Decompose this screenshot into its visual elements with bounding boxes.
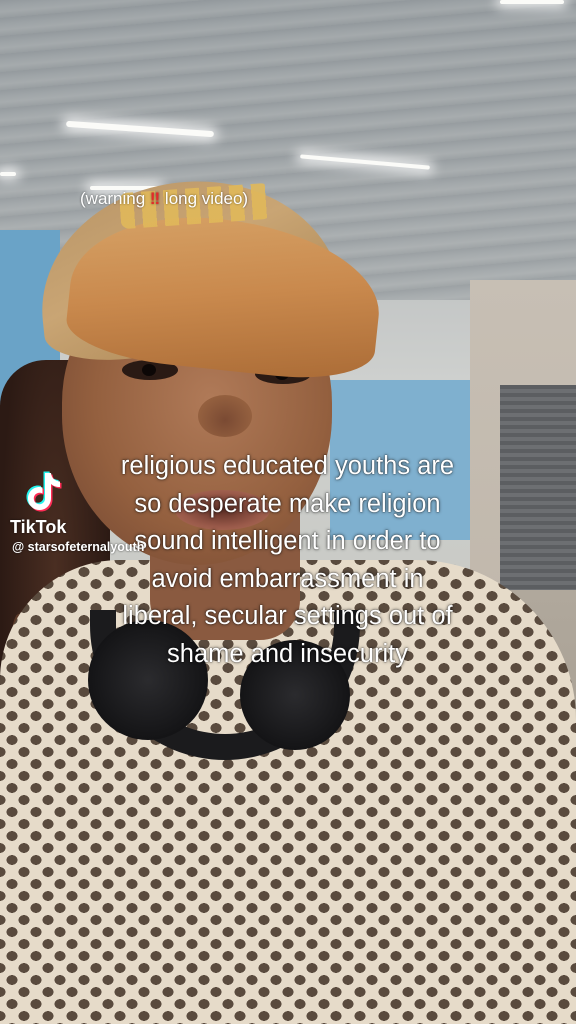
caption-line: liberal, secular settings out of	[122, 602, 453, 631]
caption-line: avoid embarrassment in	[151, 564, 424, 593]
ceiling-light	[500, 0, 564, 4]
warning-text: (warning ‼ long video)	[80, 189, 300, 209]
warning-suffix: long video)	[160, 189, 249, 208]
caption-line: shame and insecurity	[167, 639, 408, 668]
warning-prefix: (warning	[80, 189, 150, 208]
tiktok-brand: TikTok	[10, 517, 67, 537]
caption-text: religious educated youths are so despera…	[60, 448, 515, 674]
tiktok-note-icon	[26, 471, 62, 512]
nose	[198, 395, 252, 437]
double-exclamation-icon: ‼	[149, 189, 161, 208]
caption-line: so desperate make religion	[134, 489, 441, 518]
ceiling-light	[0, 172, 16, 176]
video-frame[interactable]: (warning ‼ long video) religious educate…	[0, 0, 576, 1024]
tiktok-username: @ starsofeternalyouth	[12, 540, 145, 554]
caption-line: religious educated youths are	[120, 452, 455, 480]
